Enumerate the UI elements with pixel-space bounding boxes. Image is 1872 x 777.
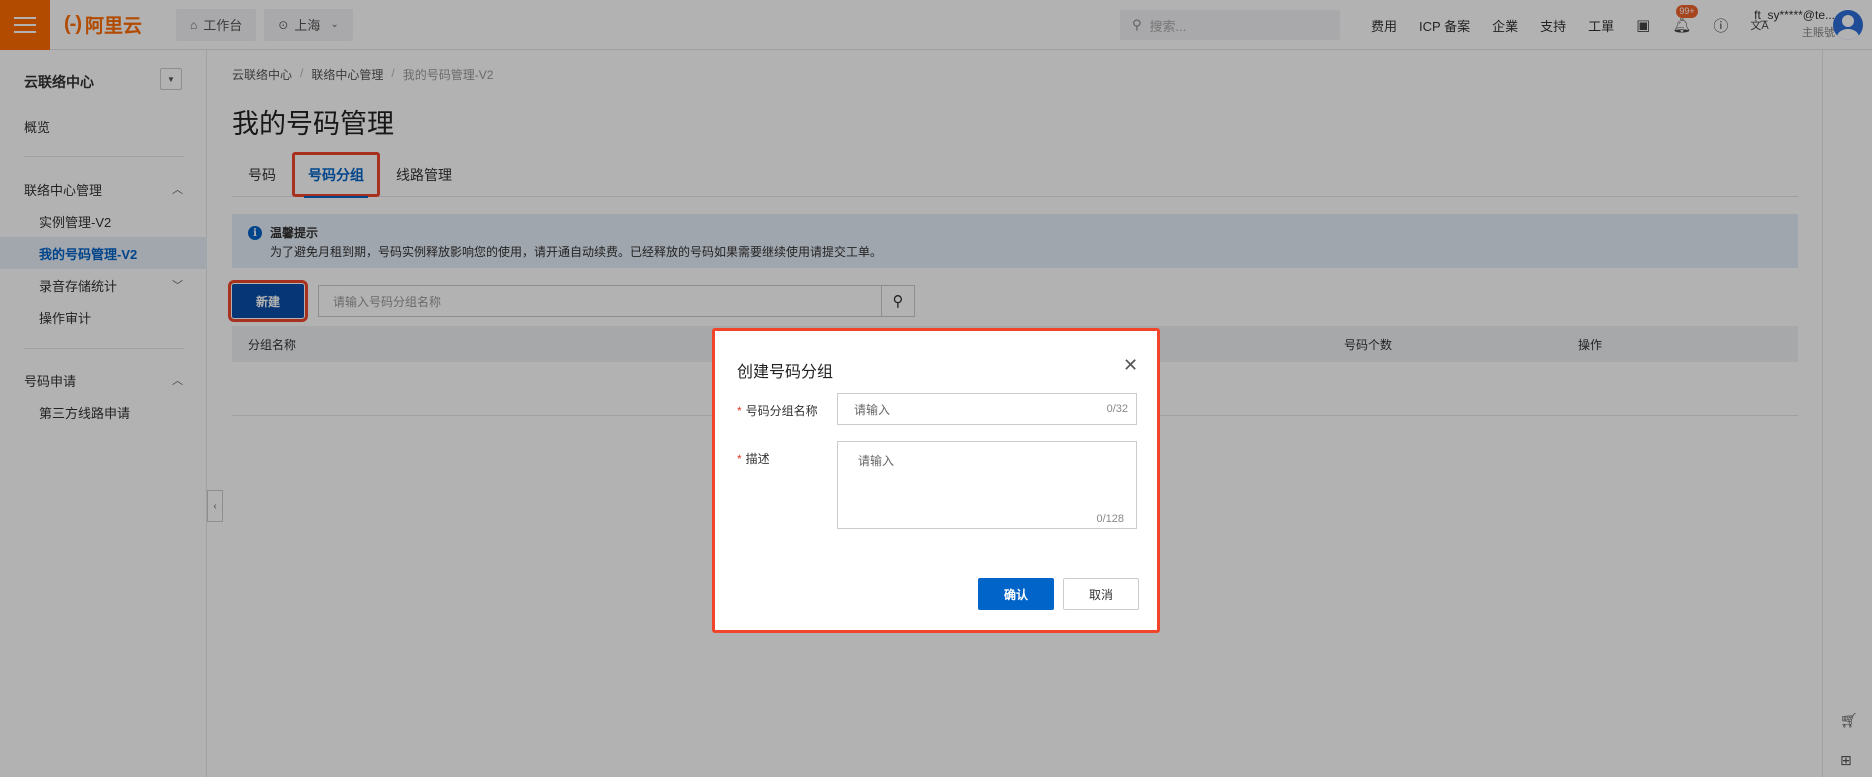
close-icon[interactable]: ✕	[1123, 355, 1138, 376]
description-label: * 描述	[737, 450, 770, 467]
group-name-char-count: 0/32	[1106, 403, 1128, 415]
description-textarea[interactable]: 请输入 0/128	[837, 441, 1137, 529]
required-mark: *	[737, 452, 742, 466]
group-name-placeholder: 请输入	[854, 402, 891, 417]
create-group-dialog: 创建号码分组 ✕ * 号码分组名称 请输入 0/32 * 描述 请输入 0/128 …	[712, 328, 1160, 633]
group-name-input[interactable]: 请输入 0/32	[837, 393, 1137, 425]
dialog-title: 创建号码分组	[737, 364, 834, 381]
description-label-text: 描述	[745, 452, 770, 466]
description-placeholder: 请输入	[858, 454, 895, 468]
group-name-label: * 号码分组名称	[737, 402, 818, 419]
cancel-button[interactable]: 取消	[1063, 578, 1139, 610]
group-name-label-text: 号码分组名称	[745, 404, 818, 418]
description-char-count: 0/128	[1096, 513, 1124, 525]
confirm-button[interactable]: 确认	[978, 578, 1054, 610]
required-mark: *	[737, 404, 742, 418]
